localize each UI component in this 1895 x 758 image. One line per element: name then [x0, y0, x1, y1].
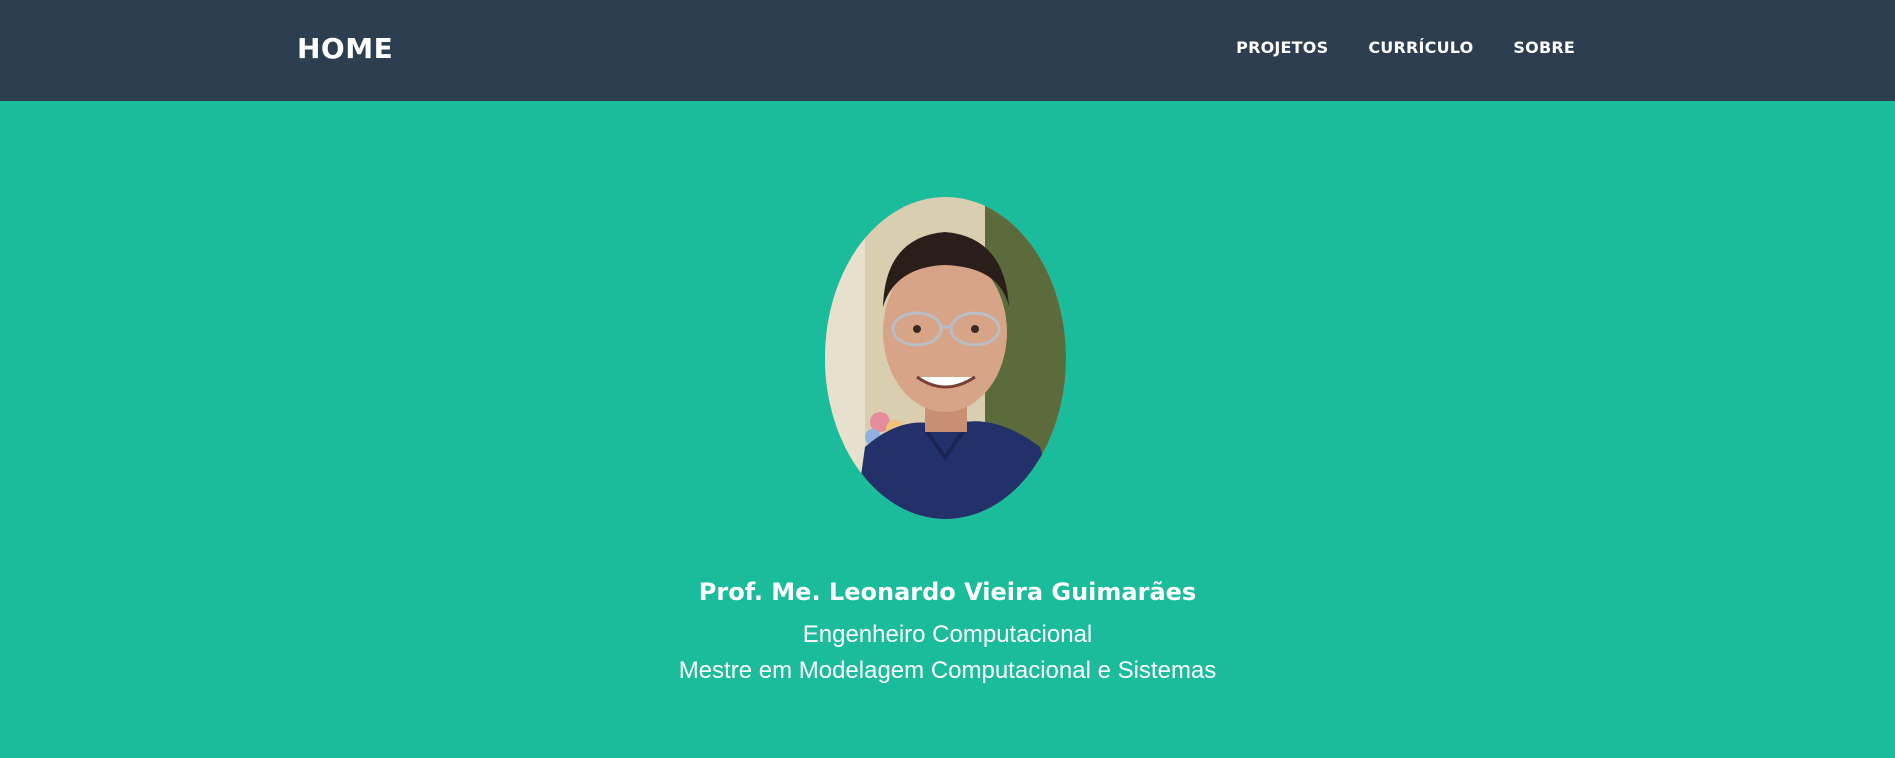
nav-menu: PROJETOS CURRÍCULO SOBRE: [1236, 38, 1575, 58]
hero-section: Prof. Me. Leonardo Vieira Guimarães Enge…: [0, 101, 1895, 758]
profile-photo: [825, 197, 1066, 519]
profile-name: Prof. Me. Leonardo Vieira Guimarães: [698, 578, 1197, 607]
profile-subtitle-1: Engenheiro Computacional: [802, 621, 1093, 648]
top-navbar: HOME PROJETOS CURRÍCULO SOBRE: [0, 0, 1895, 101]
profile-subtitle-2: Mestre em Modelagem Computacional e Sist…: [678, 657, 1217, 684]
home-link[interactable]: HOME: [297, 30, 393, 68]
nav-link-sobre[interactable]: SOBRE: [1513, 38, 1575, 58]
nav-link-curriculo[interactable]: CURRÍCULO: [1368, 38, 1473, 58]
nav-link-projetos[interactable]: PROJETOS: [1236, 38, 1328, 58]
